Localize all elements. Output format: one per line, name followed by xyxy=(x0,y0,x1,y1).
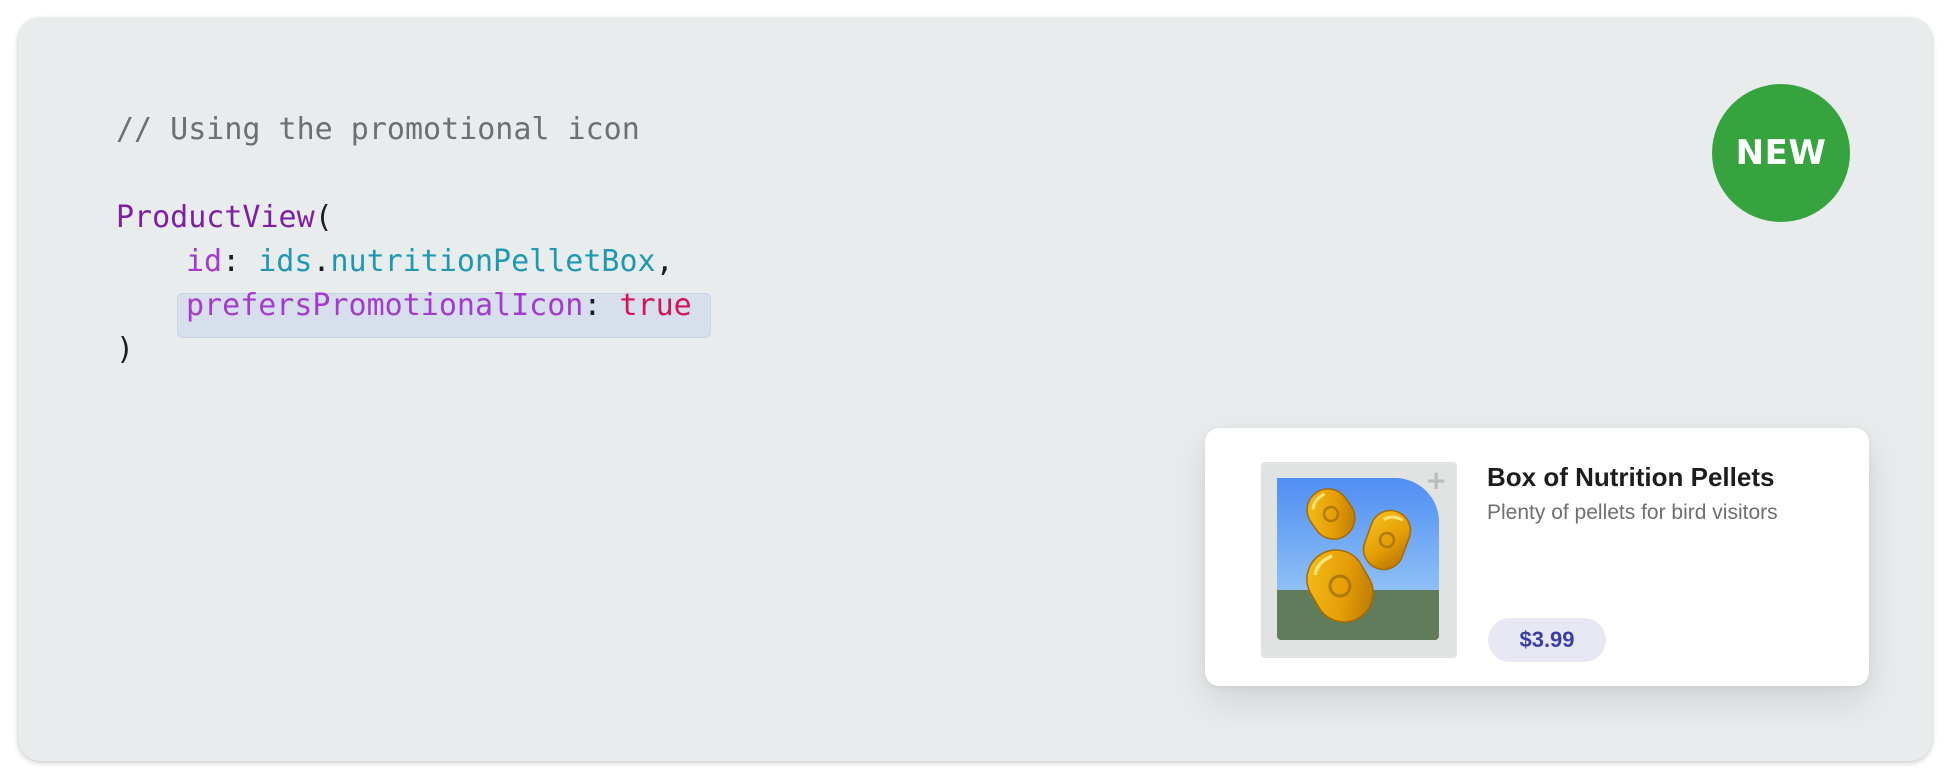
slide-background: // Using the promotional icon ProductVie… xyxy=(18,18,1932,761)
product-icon-frame: + xyxy=(1261,462,1457,658)
code-comma: , xyxy=(655,244,674,279)
code-param-prefers-value: true xyxy=(619,288,692,323)
code-dot: . xyxy=(312,244,331,279)
code-line-id: id: ids.nutritionPelletBox, xyxy=(186,242,674,282)
code-ids-prefix: ids xyxy=(258,244,313,279)
code-open-paren: ( xyxy=(314,200,333,235)
code-colon: : xyxy=(222,244,241,279)
product-promotional-icon xyxy=(1277,478,1439,640)
new-badge: NEW xyxy=(1712,84,1850,222)
code-param-id: id xyxy=(186,244,223,279)
product-title: Box of Nutrition Pellets xyxy=(1487,462,1775,492)
plus-icon: + xyxy=(1425,466,1447,496)
code-line-prefers-promotional-icon: prefersPromotionalIcon: true xyxy=(186,286,692,326)
product-card[interactable]: + Box of Nutrition Pellets Plenty of pel… xyxy=(1205,428,1869,686)
code-close-paren: ) xyxy=(116,332,135,367)
nutrition-pellets-icon xyxy=(1277,478,1439,640)
code-comment-line: // Using the promotional icon xyxy=(116,110,640,150)
code-type-name: ProductView xyxy=(116,200,315,235)
code-param-id-value: nutritionPelletBox xyxy=(330,244,656,279)
code-line-productview: ProductView( xyxy=(116,198,333,238)
product-subtitle: Plenty of pellets for bird visitors xyxy=(1487,501,1778,524)
price-button[interactable]: $3.99 xyxy=(1488,618,1606,662)
code-comment: // Using the promotional icon xyxy=(116,112,640,147)
code-param-prefers: prefersPromotionalIcon xyxy=(186,288,584,323)
code-colon-2: : xyxy=(583,288,602,323)
code-line-close: ) xyxy=(116,330,134,370)
